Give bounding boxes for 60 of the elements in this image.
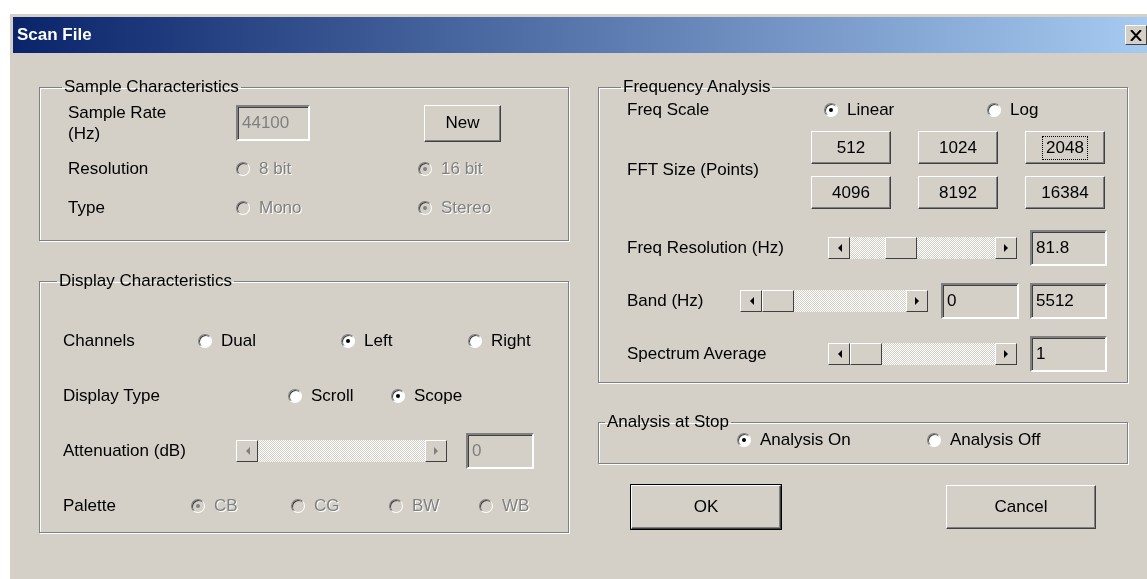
radio-button[interactable]: Linear	[824, 100, 987, 120]
dialog-button[interactable]: OK	[631, 485, 781, 529]
scroll-right-button[interactable]	[906, 289, 928, 312]
group-title: Analysis at Stop	[606, 412, 730, 432]
radio-button[interactable]: Scroll	[288, 385, 391, 406]
scroll-left-button[interactable]	[740, 289, 762, 312]
fft-size-button[interactable]: 1024	[918, 131, 998, 164]
text-field[interactable]: 1	[1030, 335, 1107, 372]
scrollbar-thumb[interactable]	[885, 236, 917, 259]
right-triangle-icon	[1003, 243, 1009, 252]
radio-button[interactable]: Scope	[391, 385, 463, 406]
fft-size-button[interactable]: 2048	[1025, 131, 1105, 164]
fft-size-button[interactable]: 16384	[1025, 176, 1105, 209]
radio-button[interactable]: Left	[341, 330, 468, 351]
left-triangle-icon	[836, 243, 842, 252]
dialog-button[interactable]: Cancel	[946, 485, 1096, 529]
field-label: Freq Resolution (Hz)	[627, 237, 785, 258]
radio-button[interactable]: Right	[468, 330, 531, 351]
group-title: Display Characteristics	[58, 271, 233, 291]
field-label: Type	[68, 197, 106, 218]
radio-button[interactable]: Analysis On	[737, 430, 927, 450]
group-title: Sample Characteristics	[63, 77, 240, 97]
field-label: Freq Scale	[627, 100, 711, 120]
radio-button[interactable]: Analysis Off	[927, 430, 1041, 450]
scrollbar-thumb[interactable]	[762, 289, 794, 312]
field-label: FFT Size (Points)	[627, 160, 760, 180]
close-button[interactable]	[1125, 25, 1147, 45]
fft-size-button[interactable]: 4096	[811, 176, 891, 209]
close-icon	[1130, 29, 1142, 41]
scroll-left-button[interactable]	[828, 342, 850, 365]
text-field[interactable]: 5512	[1030, 282, 1107, 319]
right-triangle-icon	[914, 296, 920, 305]
left-triangle-icon	[748, 296, 754, 305]
field-label: Spectrum Average	[627, 343, 768, 364]
fft-size-button[interactable]: 512	[811, 131, 891, 164]
field-label: Palette	[63, 495, 117, 516]
fft-size-button[interactable]: 8192	[918, 176, 998, 209]
scrollbar[interactable]	[740, 289, 928, 312]
scroll-right-button[interactable]	[995, 236, 1017, 259]
window-title: Scan File	[17, 25, 93, 45]
scrollbar[interactable]	[828, 236, 1017, 259]
field-label: Sample Rate (Hz)	[68, 102, 168, 144]
field-label: Channels	[63, 330, 136, 351]
group-title: Frequency Analysis	[622, 77, 772, 97]
radio-button[interactable]: Log	[987, 100, 1039, 120]
right-triangle-icon	[433, 446, 439, 455]
text-field[interactable]: 81.8	[1030, 229, 1107, 266]
left-triangle-icon	[244, 446, 250, 455]
right-triangle-icon	[1003, 349, 1009, 358]
scroll-left-button[interactable]	[828, 236, 850, 259]
field-label: Band (Hz)	[627, 290, 705, 311]
left-triangle-icon	[836, 349, 842, 358]
field-label: Attenuation (dB)	[63, 440, 187, 461]
field-label: Display Type	[63, 385, 161, 406]
scrollbar-thumb[interactable]	[850, 342, 882, 365]
scroll-right-button[interactable]	[995, 342, 1017, 365]
text-field[interactable]: 0	[941, 282, 1019, 319]
scrollbar[interactable]	[828, 342, 1017, 365]
radio-button[interactable]: Dual	[198, 330, 341, 351]
field-label: Resolution	[68, 158, 150, 179]
